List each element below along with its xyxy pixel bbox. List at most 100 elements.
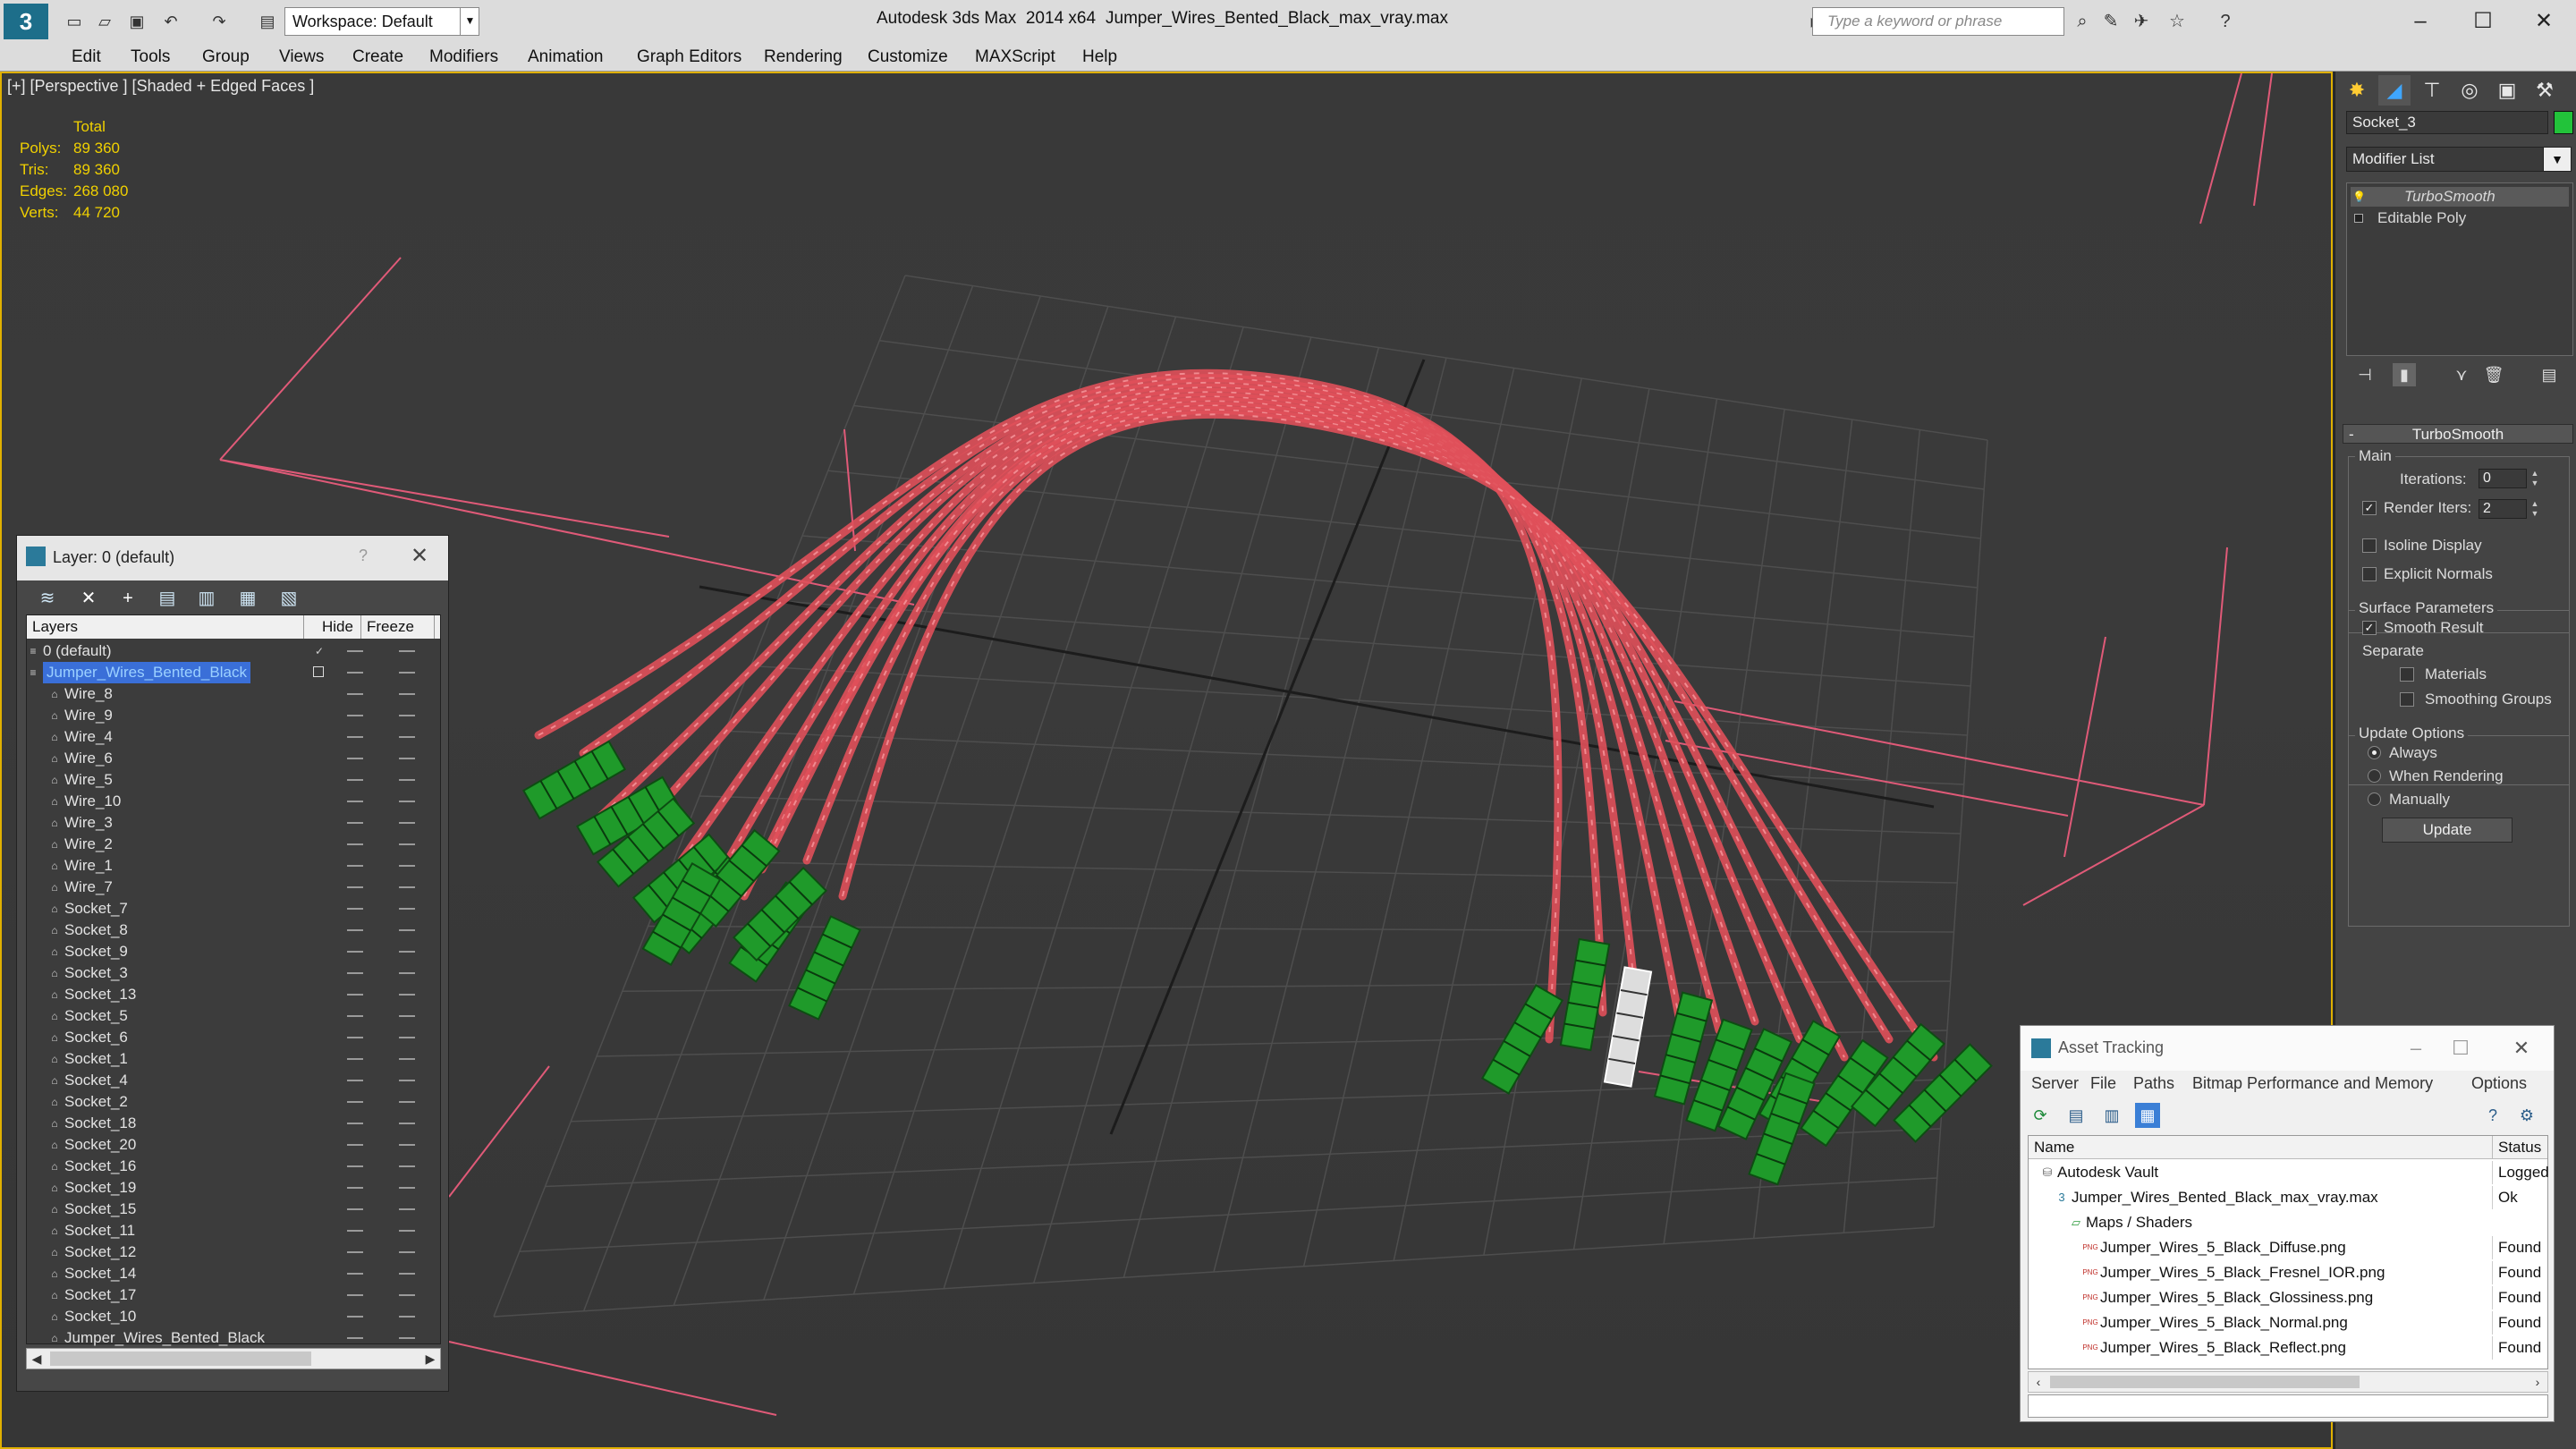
hide-toggle[interactable] xyxy=(347,843,363,845)
layer-row[interactable]: ⌂ Socket_2 xyxy=(27,1091,431,1113)
layer-row[interactable]: ⌂ Wire_3 xyxy=(27,812,431,834)
scroll-right-icon[interactable]: ▶ xyxy=(420,1349,440,1368)
column-status[interactable]: Status xyxy=(2492,1136,2541,1159)
hide-toggle[interactable] xyxy=(347,1080,363,1081)
open-file-icon[interactable]: ▱ xyxy=(93,11,116,32)
asset-name[interactable]: Jumper_Wires_5_Black_Glossiness.png xyxy=(2100,1286,2373,1309)
freeze-toggle[interactable] xyxy=(399,1165,415,1167)
freeze-toggle[interactable] xyxy=(399,1101,415,1103)
layer-explorer-titlebar[interactable]: Layer: 0 (default) ? ✕ xyxy=(17,536,448,580)
layer-row[interactable]: ⌂ Socket_13 xyxy=(27,984,431,1005)
layer-row-name[interactable]: Socket_20 xyxy=(64,1134,136,1156)
freeze-toggle[interactable] xyxy=(399,822,415,824)
when-rendering-radio[interactable] xyxy=(2368,769,2381,783)
layer-explorer-window[interactable]: Layer: 0 (default) ? ✕ ≋ ✕ + ▤ ▥ ▦ ▧ Lay… xyxy=(16,535,449,1392)
hide-toggle[interactable] xyxy=(347,1015,363,1017)
freeze-toggle[interactable] xyxy=(399,801,415,802)
current-layer-check-icon[interactable]: ✓ xyxy=(313,645,326,657)
freeze-layers-icon[interactable]: ▧ xyxy=(276,586,301,611)
hide-toggle[interactable] xyxy=(347,1251,363,1253)
smoothing-groups-checkbox[interactable] xyxy=(2400,692,2414,707)
hide-toggle[interactable] xyxy=(347,758,363,759)
hide-toggle[interactable] xyxy=(347,1165,363,1167)
asset-name[interactable]: Jumper_Wires_5_Black_Normal.png xyxy=(2100,1311,2348,1335)
make-current-box-icon[interactable] xyxy=(313,666,324,677)
column-freeze[interactable]: Freeze xyxy=(361,615,435,639)
hide-toggle[interactable] xyxy=(347,886,363,888)
layer-row-name[interactable]: Socket_13 xyxy=(64,984,136,1005)
layer-row[interactable]: ≡ 0 (default) ✓ xyxy=(27,640,431,662)
help-icon[interactable]: ? xyxy=(2213,9,2238,34)
undo-icon[interactable]: ↶ xyxy=(159,11,182,32)
layer-row-name[interactable]: Socket_7 xyxy=(64,898,128,919)
column-name[interactable]: Name xyxy=(2034,1139,2074,1157)
utilities-tab-icon[interactable]: ⚒ xyxy=(2529,75,2561,106)
settings-icon[interactable]: ⚙ xyxy=(2514,1103,2539,1128)
menu-modifiers[interactable]: Modifiers xyxy=(429,45,498,70)
layer-row-name[interactable]: Wire_6 xyxy=(64,748,113,769)
display-tab-icon[interactable]: ▣ xyxy=(2491,75,2523,106)
scroll-left-icon[interactable]: ◀ xyxy=(27,1349,47,1368)
layer-row-name[interactable]: Wire_3 xyxy=(64,812,113,834)
asset-row[interactable]: 3 Jumper_Wires_Bented_Black_max_vray.max O… xyxy=(2029,1186,2547,1209)
search-input[interactable]: Type a keyword or phrase xyxy=(1812,7,2064,36)
asset-tracking-window[interactable]: Asset Tracking – ☐ ✕ Server File Paths B… xyxy=(2020,1025,2555,1422)
freeze-toggle[interactable] xyxy=(399,1123,415,1124)
freeze-toggle[interactable] xyxy=(399,929,415,931)
layer-row-name[interactable]: Wire_4 xyxy=(64,726,113,748)
layer-row-name[interactable]: Wire_1 xyxy=(64,855,113,877)
help-icon[interactable]: ? xyxy=(359,547,368,565)
menu-options[interactable]: Options xyxy=(2471,1074,2527,1093)
layer-row[interactable]: ⌂ Wire_7 xyxy=(27,877,431,898)
menu-graph-editors[interactable]: Graph Editors xyxy=(637,45,741,70)
render-iters-spinner[interactable]: 2 xyxy=(2479,499,2527,519)
hide-toggle[interactable] xyxy=(347,715,363,716)
binoculars-icon[interactable]: ⌕ xyxy=(2070,9,2095,34)
hide-toggle[interactable] xyxy=(347,1101,363,1103)
always-radio[interactable] xyxy=(2368,746,2381,759)
menu-maxscript[interactable]: MAXScript xyxy=(975,45,1055,70)
refresh-icon[interactable]: ⟳ xyxy=(2028,1103,2053,1128)
freeze-toggle[interactable] xyxy=(399,1230,415,1232)
select-objects-icon[interactable]: ▤ xyxy=(155,586,180,611)
hide-toggle[interactable] xyxy=(347,801,363,802)
hide-toggle[interactable] xyxy=(347,951,363,953)
asset-name[interactable]: Jumper_Wires_5_Black_Fresnel_IOR.png xyxy=(2100,1261,2385,1284)
chevron-down-icon[interactable]: ▼ xyxy=(460,7,479,36)
horizontal-scrollbar[interactable]: ◀ ▶ xyxy=(26,1348,441,1369)
layer-row[interactable]: ⌂ Socket_5 xyxy=(27,1005,431,1027)
save-file-icon[interactable]: ▣ xyxy=(125,11,148,32)
maximize-icon[interactable]: ☐ xyxy=(2456,4,2510,39)
menu-create[interactable]: Create xyxy=(352,45,403,70)
menu-rendering[interactable]: Rendering xyxy=(764,45,843,70)
menu-server[interactable]: Server xyxy=(2031,1074,2079,1093)
delete-layer-icon[interactable]: ✕ xyxy=(76,586,101,611)
list-view-icon[interactable]: ▤ xyxy=(2063,1103,2089,1128)
update-button[interactable]: Update xyxy=(2382,818,2512,843)
scroll-right-icon[interactable]: › xyxy=(2528,1372,2547,1392)
layer-row[interactable]: ⌂ Socket_9 xyxy=(27,941,431,962)
freeze-toggle[interactable] xyxy=(399,779,415,781)
turbosmooth-rollout-header[interactable]: - TurboSmooth xyxy=(2343,424,2573,444)
menu-views[interactable]: Views xyxy=(279,45,324,70)
help-icon[interactable]: ? xyxy=(2480,1103,2505,1128)
layer-row[interactable]: ⌂ Socket_11 xyxy=(27,1220,431,1241)
layer-row-name[interactable]: Socket_19 xyxy=(64,1177,136,1199)
freeze-toggle[interactable] xyxy=(399,843,415,845)
object-color-swatch[interactable] xyxy=(2554,111,2573,134)
layer-row[interactable]: ⌂ Socket_14 xyxy=(27,1263,431,1284)
hide-toggle[interactable] xyxy=(347,822,363,824)
layer-row[interactable]: ⌂ Socket_6 xyxy=(27,1027,431,1048)
layer-row-name[interactable]: Socket_15 xyxy=(64,1199,136,1220)
hide-toggle[interactable] xyxy=(347,1037,363,1038)
make-unique-icon[interactable]: ⋎ xyxy=(2450,363,2473,386)
workspace-select[interactable]: Workspace: Default xyxy=(284,7,479,36)
freeze-toggle[interactable] xyxy=(399,994,415,996)
spinner-arrows-icon[interactable]: ▲ ▼ xyxy=(2529,499,2541,519)
hide-toggle[interactable] xyxy=(347,929,363,931)
freeze-toggle[interactable] xyxy=(399,1187,415,1189)
horizontal-scrollbar[interactable]: ‹ › xyxy=(2028,1371,2548,1393)
layer-row-name[interactable]: Socket_1 xyxy=(64,1048,128,1070)
maximize-icon[interactable]: ☐ xyxy=(2443,1035,2479,1062)
motion-tab-icon[interactable]: ◎ xyxy=(2453,75,2486,106)
